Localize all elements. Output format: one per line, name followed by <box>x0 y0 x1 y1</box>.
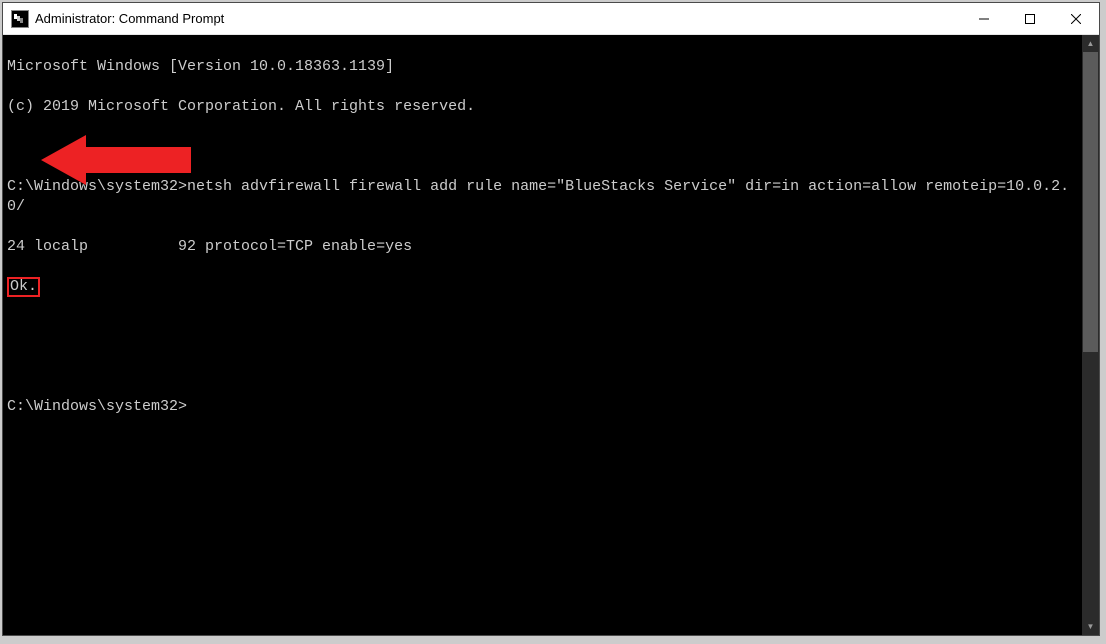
maximize-button[interactable] <box>1007 3 1053 34</box>
version-line: Microsoft Windows [Version 10.0.18363.11… <box>7 57 1078 77</box>
vertical-scrollbar[interactable]: ▲ ▼ <box>1082 35 1099 635</box>
blank-line <box>7 357 1078 377</box>
close-button[interactable] <box>1053 3 1099 34</box>
command-prompt-window: Administrator: Command Prompt Microsoft … <box>2 2 1100 636</box>
maximize-icon <box>1025 14 1035 24</box>
ok-result-highlighted: Ok. <box>7 277 40 297</box>
blank-line <box>7 137 1078 157</box>
prompt: C:\Windows\system32> <box>7 178 187 195</box>
copyright-line: (c) 2019 Microsoft Corporation. All righ… <box>7 97 1078 117</box>
cursor <box>187 397 196 415</box>
blank-line <box>7 317 1078 337</box>
titlebar[interactable]: Administrator: Command Prompt <box>3 3 1099 35</box>
prompt-line: C:\Windows\system32> <box>7 397 1078 417</box>
cmd-icon <box>11 10 29 28</box>
scroll-up-icon[interactable]: ▲ <box>1082 35 1099 52</box>
command-line-2: 24 localp 2860-2892 protocol=TCP enable=… <box>7 237 1078 257</box>
scroll-thumb[interactable] <box>1083 52 1098 352</box>
terminal-output[interactable]: Microsoft Windows [Version 10.0.18363.11… <box>3 35 1082 635</box>
terminal-area: Microsoft Windows [Version 10.0.18363.11… <box>3 35 1099 635</box>
command-line-1: C:\Windows\system32>netsh advfirewall fi… <box>7 177 1078 217</box>
scroll-down-icon[interactable]: ▼ <box>1082 618 1099 635</box>
close-icon <box>1071 14 1081 24</box>
prompt: C:\Windows\system32> <box>7 398 187 415</box>
window-title: Administrator: Command Prompt <box>35 11 961 26</box>
minimize-button[interactable] <box>961 3 1007 34</box>
minimize-icon <box>979 14 989 24</box>
window-controls <box>961 3 1099 34</box>
command-text-wrap2-pre: 24 localp <box>7 238 88 255</box>
result-line: Ok. <box>7 277 1078 297</box>
command-text-wrap2-post: 92 protocol=TCP enable=yes <box>178 238 412 255</box>
scroll-track[interactable] <box>1082 52 1099 618</box>
